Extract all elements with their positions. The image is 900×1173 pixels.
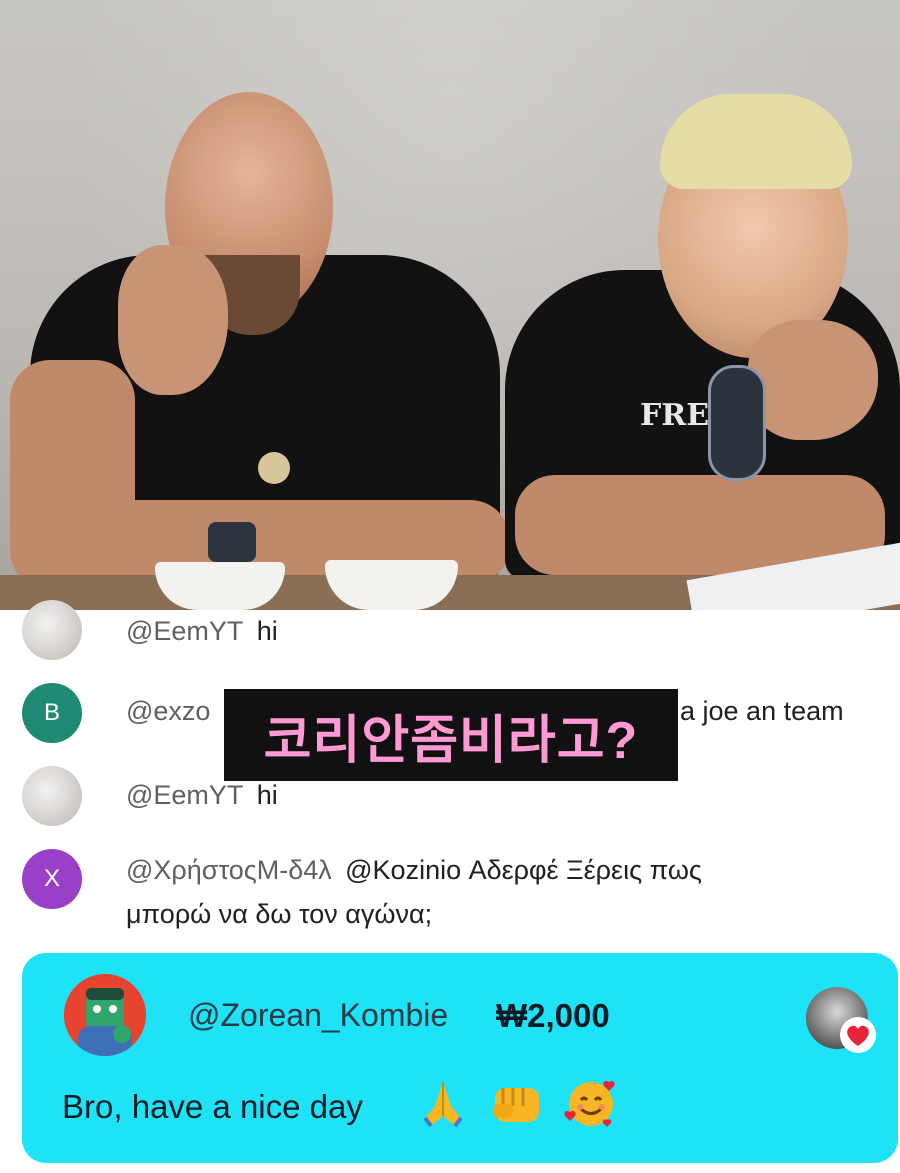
avatar[interactable]: B xyxy=(22,683,82,743)
video-frame[interactable]: FREESTYLE xyxy=(0,0,900,610)
left-cup-icon xyxy=(155,562,285,610)
avatar[interactable]: X xyxy=(22,849,82,909)
fist-icon xyxy=(488,1075,546,1133)
right-cup-icon xyxy=(325,560,458,610)
sunglasses-icon xyxy=(708,365,766,481)
chat-handle[interactable]: @EemYT xyxy=(126,780,243,810)
right-person-hair xyxy=(660,94,852,189)
creator-heart-icon xyxy=(840,1017,876,1053)
chat-text-line-1: @Kozinio Αδερφέ Ξέρεις πως xyxy=(345,855,702,885)
chat-text: hi xyxy=(256,616,278,646)
chat-line: @EemYT hi xyxy=(126,780,278,811)
avatar[interactable] xyxy=(22,766,82,826)
super-chat-message: Bro, have a nice day xyxy=(62,1088,363,1125)
chat-text: hi xyxy=(256,780,278,810)
left-person-hand xyxy=(118,245,228,395)
avatar-letter: X xyxy=(43,865,60,892)
chat-message-4[interactable]: X @ΧρήστοςΜ-δ4λ @Kozinio Αδερφέ Ξέρεις π… xyxy=(0,849,900,939)
chat-handle[interactable]: @ΧρήστοςΜ-δ4λ xyxy=(126,855,332,885)
necklace-pendant-icon xyxy=(258,452,290,484)
chat-line: @ΧρήστοςΜ-δ4λ @Kozinio Αδερφέ Ξέρεις πως xyxy=(126,855,702,886)
chat-text: a joe an team xyxy=(680,696,844,726)
chat-line: @EemYT hi xyxy=(126,616,278,647)
chat-message-1[interactable]: @EemYT hi xyxy=(0,600,900,670)
avatar-letter: B xyxy=(43,699,60,726)
zombie-avatar-icon[interactable] xyxy=(64,974,146,1056)
right-person-hand xyxy=(748,320,878,440)
chat-line: @exzo xyxy=(126,696,210,727)
emoji-group xyxy=(414,1075,620,1133)
chat-text-line-2: μπορώ να δω τον αγώνα; xyxy=(126,899,433,929)
chat-handle[interactable]: @EemYT xyxy=(126,616,243,646)
smiling-hearts-icon xyxy=(562,1075,620,1133)
super-chat-amount: ₩2,000 xyxy=(496,997,610,1034)
avatar[interactable] xyxy=(22,600,82,660)
korean-subtitle: 코리안좀비라고? xyxy=(224,689,678,781)
watch-icon xyxy=(208,522,256,562)
chat-handle[interactable]: @exzo xyxy=(126,696,210,726)
folded-hands-icon xyxy=(414,1075,472,1133)
super-chat-card[interactable]: @Zorean_Kombie ₩2,000 Bro, have a nice d… xyxy=(22,953,898,1163)
super-chat-handle[interactable]: @Zorean_Kombie xyxy=(188,997,448,1034)
